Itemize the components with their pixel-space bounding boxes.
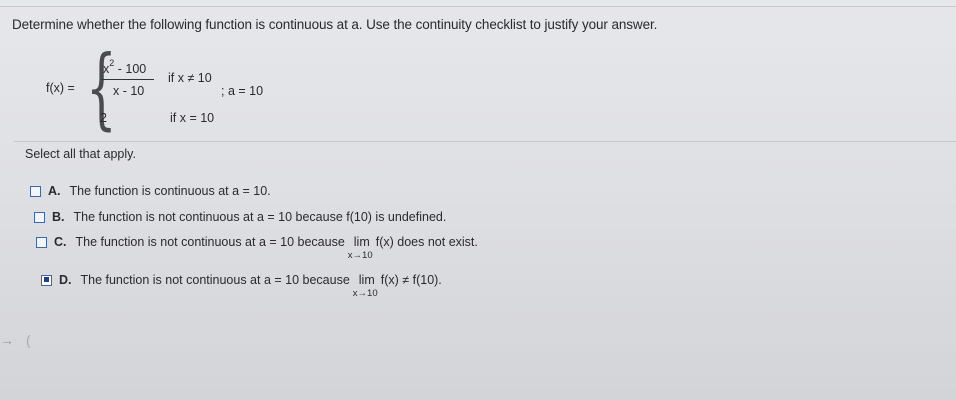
option-text: The function is not continuous at a = 10… bbox=[73, 210, 447, 224]
arrow-icon[interactable]: → bbox=[0, 332, 14, 348]
top-divider bbox=[0, 6, 956, 7]
option-text: The function is not continuous at a = 10… bbox=[75, 235, 345, 249]
fraction-bar bbox=[101, 79, 154, 80]
limit-subscript: x→10 bbox=[352, 288, 378, 299]
paren-glyph: ( bbox=[26, 332, 31, 348]
option-letter: C. bbox=[54, 235, 67, 249]
section-divider bbox=[14, 141, 956, 142]
piece-2-value: 2 bbox=[100, 111, 107, 125]
option-tail: f(x) does not exist. bbox=[375, 235, 478, 249]
option-tail: f(x) ≠ f(10). bbox=[380, 273, 442, 287]
limit-notation: lim x→10 bbox=[352, 273, 378, 299]
checkbox-c[interactable] bbox=[36, 236, 47, 248]
option-letter: A. bbox=[48, 184, 61, 198]
option-letter: B. bbox=[52, 210, 65, 224]
option-letter: D. bbox=[59, 273, 72, 287]
numerator: x2 - 100 bbox=[103, 58, 147, 77]
function-name: f(x) = bbox=[46, 81, 75, 95]
option-text: The function is continuous at a = 10. bbox=[69, 184, 271, 198]
instruction-text: Select all that apply. bbox=[25, 147, 136, 161]
option-text: The function is not continuous at a = 10… bbox=[80, 273, 350, 287]
a-value: ; a = 10 bbox=[221, 84, 264, 98]
option-d[interactable]: D. The function is not continuous at a =… bbox=[41, 273, 442, 299]
checkbox-b[interactable] bbox=[34, 211, 45, 223]
denominator: x - 10 bbox=[113, 84, 145, 98]
option-c[interactable]: C. The function is not continuous at a =… bbox=[36, 235, 478, 261]
limit-subscript: x→10 bbox=[347, 250, 373, 261]
question-text: Determine whether the following function… bbox=[12, 17, 658, 32]
condition-2: if x = 10 bbox=[170, 111, 215, 125]
limit-notation: lim x→10 bbox=[347, 235, 373, 261]
option-b[interactable]: B. The function is not continuous at a =… bbox=[34, 210, 446, 224]
checkbox-a[interactable] bbox=[30, 185, 41, 197]
checkbox-d-checked[interactable] bbox=[41, 274, 52, 286]
condition-1: if x ≠ 10 bbox=[168, 71, 212, 85]
option-a[interactable]: A. The function is continuous at a = 10. bbox=[30, 184, 271, 198]
